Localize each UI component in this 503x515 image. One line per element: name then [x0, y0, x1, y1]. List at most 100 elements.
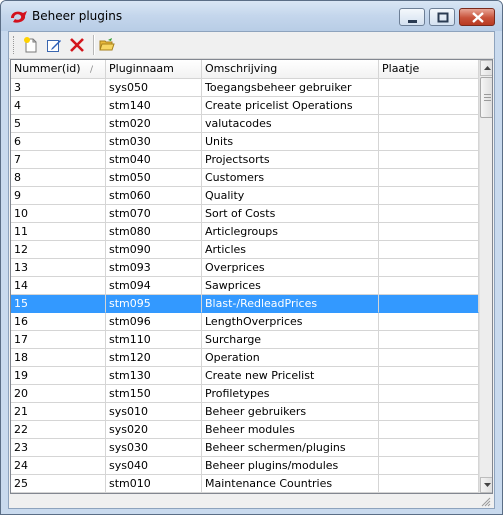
cell-id[interactable]: 24: [11, 457, 106, 475]
cell-omschrijving[interactable]: Customers: [202, 169, 379, 187]
cell-pluginnaam[interactable]: stm140: [106, 97, 202, 115]
table-row[interactable]: 20 stm150 Profiletypes: [11, 385, 479, 403]
cell-pluginnaam[interactable]: stm070: [106, 205, 202, 223]
cell-pluginnaam[interactable]: stm060: [106, 187, 202, 205]
cell-pluginnaam[interactable]: stm010: [106, 475, 202, 493]
table-row[interactable]: 25 stm010 Maintenance Countries: [11, 475, 479, 493]
cell-omschrijving[interactable]: Beheer gebruikers: [202, 403, 379, 421]
table-row[interactable]: 13 stm093 Overprices: [11, 259, 479, 277]
cell-omschrijving[interactable]: Articles: [202, 241, 379, 259]
toolbar-grip[interactable]: [13, 36, 17, 54]
cell-pluginnaam[interactable]: sys010: [106, 403, 202, 421]
cell-omschrijving[interactable]: Beheer plugins/modules: [202, 457, 379, 475]
cell-plaatje[interactable]: [379, 421, 479, 439]
minimize-button[interactable]: [399, 8, 425, 26]
close-button[interactable]: [459, 8, 495, 26]
cell-id[interactable]: 13: [11, 259, 106, 277]
cell-pluginnaam[interactable]: stm080: [106, 223, 202, 241]
cell-pluginnaam[interactable]: stm020: [106, 115, 202, 133]
cell-plaatje[interactable]: [379, 169, 479, 187]
cell-id[interactable]: 5: [11, 115, 106, 133]
cell-plaatje[interactable]: [379, 403, 479, 421]
cell-plaatje[interactable]: [379, 97, 479, 115]
cell-plaatje[interactable]: [379, 349, 479, 367]
cell-pluginnaam[interactable]: stm094: [106, 277, 202, 295]
maximize-button[interactable]: [429, 8, 455, 26]
cell-omschrijving[interactable]: Blast-/RedleadPrices: [202, 295, 379, 313]
cell-id[interactable]: 21: [11, 403, 106, 421]
cell-plaatje[interactable]: [379, 295, 479, 313]
open-button[interactable]: [96, 34, 118, 56]
table-row[interactable]: 3 sys050 Toegangsbeheer gebruiker: [11, 79, 479, 97]
cell-omschrijving[interactable]: Sort of Costs: [202, 205, 379, 223]
cell-omschrijving[interactable]: valutacodes: [202, 115, 379, 133]
table-row[interactable]: 21 sys010 Beheer gebruikers: [11, 403, 479, 421]
cell-omschrijving[interactable]: Profiletypes: [202, 385, 379, 403]
cell-id[interactable]: 20: [11, 385, 106, 403]
cell-pluginnaam[interactable]: sys020: [106, 421, 202, 439]
cell-omschrijving[interactable]: Create new Pricelist: [202, 367, 379, 385]
cell-id[interactable]: 3: [11, 79, 106, 97]
column-header-pluginnaam[interactable]: Pluginnaam: [106, 60, 202, 78]
cell-omschrijving[interactable]: Sawprices: [202, 277, 379, 295]
cell-plaatje[interactable]: [379, 457, 479, 475]
cell-plaatje[interactable]: [379, 187, 479, 205]
cell-id[interactable]: 15: [11, 295, 106, 313]
table-row[interactable]: 16 stm096 LengthOverprices: [11, 313, 479, 331]
table-row[interactable]: 4 stm140 Create pricelist Operations: [11, 97, 479, 115]
cell-pluginnaam[interactable]: sys040: [106, 457, 202, 475]
column-header-id[interactable]: Nummer(id) /: [11, 60, 106, 78]
cell-pluginnaam[interactable]: stm096: [106, 313, 202, 331]
cell-id[interactable]: 6: [11, 133, 106, 151]
table-row[interactable]: 6 stm030 Units: [11, 133, 479, 151]
cell-omschrijving[interactable]: Overprices: [202, 259, 379, 277]
cell-pluginnaam[interactable]: sys030: [106, 439, 202, 457]
cell-plaatje[interactable]: [379, 241, 479, 259]
delete-button[interactable]: [66, 34, 88, 56]
cell-id[interactable]: 9: [11, 187, 106, 205]
cell-pluginnaam[interactable]: stm090: [106, 241, 202, 259]
table-row[interactable]: 9 stm060 Quality: [11, 187, 479, 205]
cell-omschrijving[interactable]: Surcharge: [202, 331, 379, 349]
table-row[interactable]: 22 sys020 Beheer modules: [11, 421, 479, 439]
cell-pluginnaam[interactable]: stm110: [106, 331, 202, 349]
table-row[interactable]: 10 stm070 Sort of Costs: [11, 205, 479, 223]
cell-id[interactable]: 25: [11, 475, 106, 493]
cell-plaatje[interactable]: [379, 475, 479, 493]
resize-grip-icon[interactable]: [481, 497, 491, 507]
table-row[interactable]: 18 stm120 Operation: [11, 349, 479, 367]
cell-omschrijving[interactable]: Beheer modules: [202, 421, 379, 439]
cell-id[interactable]: 12: [11, 241, 106, 259]
cell-plaatje[interactable]: [379, 79, 479, 97]
cell-plaatje[interactable]: [379, 313, 479, 331]
cell-omschrijving[interactable]: Beheer schermen/plugins: [202, 439, 379, 457]
cell-plaatje[interactable]: [379, 439, 479, 457]
cell-omschrijving[interactable]: Toegangsbeheer gebruiker: [202, 79, 379, 97]
cell-pluginnaam[interactable]: stm095: [106, 295, 202, 313]
cell-id[interactable]: 17: [11, 331, 106, 349]
cell-pluginnaam[interactable]: stm030: [106, 133, 202, 151]
cell-pluginnaam[interactable]: stm130: [106, 367, 202, 385]
cell-plaatje[interactable]: [379, 205, 479, 223]
cell-plaatje[interactable]: [379, 385, 479, 403]
column-header-omschrijving[interactable]: Omschrijving: [202, 60, 379, 78]
cell-pluginnaam[interactable]: stm040: [106, 151, 202, 169]
cell-id[interactable]: 7: [11, 151, 106, 169]
cell-id[interactable]: 16: [11, 313, 106, 331]
table-row[interactable]: 19 stm130 Create new Pricelist: [11, 367, 479, 385]
cell-plaatje[interactable]: [379, 151, 479, 169]
cell-pluginnaam[interactable]: stm050: [106, 169, 202, 187]
cell-pluginnaam[interactable]: stm150: [106, 385, 202, 403]
cell-pluginnaam[interactable]: stm120: [106, 349, 202, 367]
table-row[interactable]: 8 stm050 Customers: [11, 169, 479, 187]
scroll-down-button[interactable]: [480, 477, 492, 493]
scroll-up-button[interactable]: [480, 60, 492, 76]
cell-plaatje[interactable]: [379, 367, 479, 385]
new-button[interactable]: [20, 34, 42, 56]
scrollbar-thumb[interactable]: [480, 77, 492, 118]
table-row[interactable]: 23 sys030 Beheer schermen/plugins: [11, 439, 479, 457]
cell-id[interactable]: 19: [11, 367, 106, 385]
table-row[interactable]: 15 stm095 Blast-/RedleadPrices: [11, 295, 479, 313]
edit-button[interactable]: [43, 34, 65, 56]
cell-id[interactable]: 10: [11, 205, 106, 223]
